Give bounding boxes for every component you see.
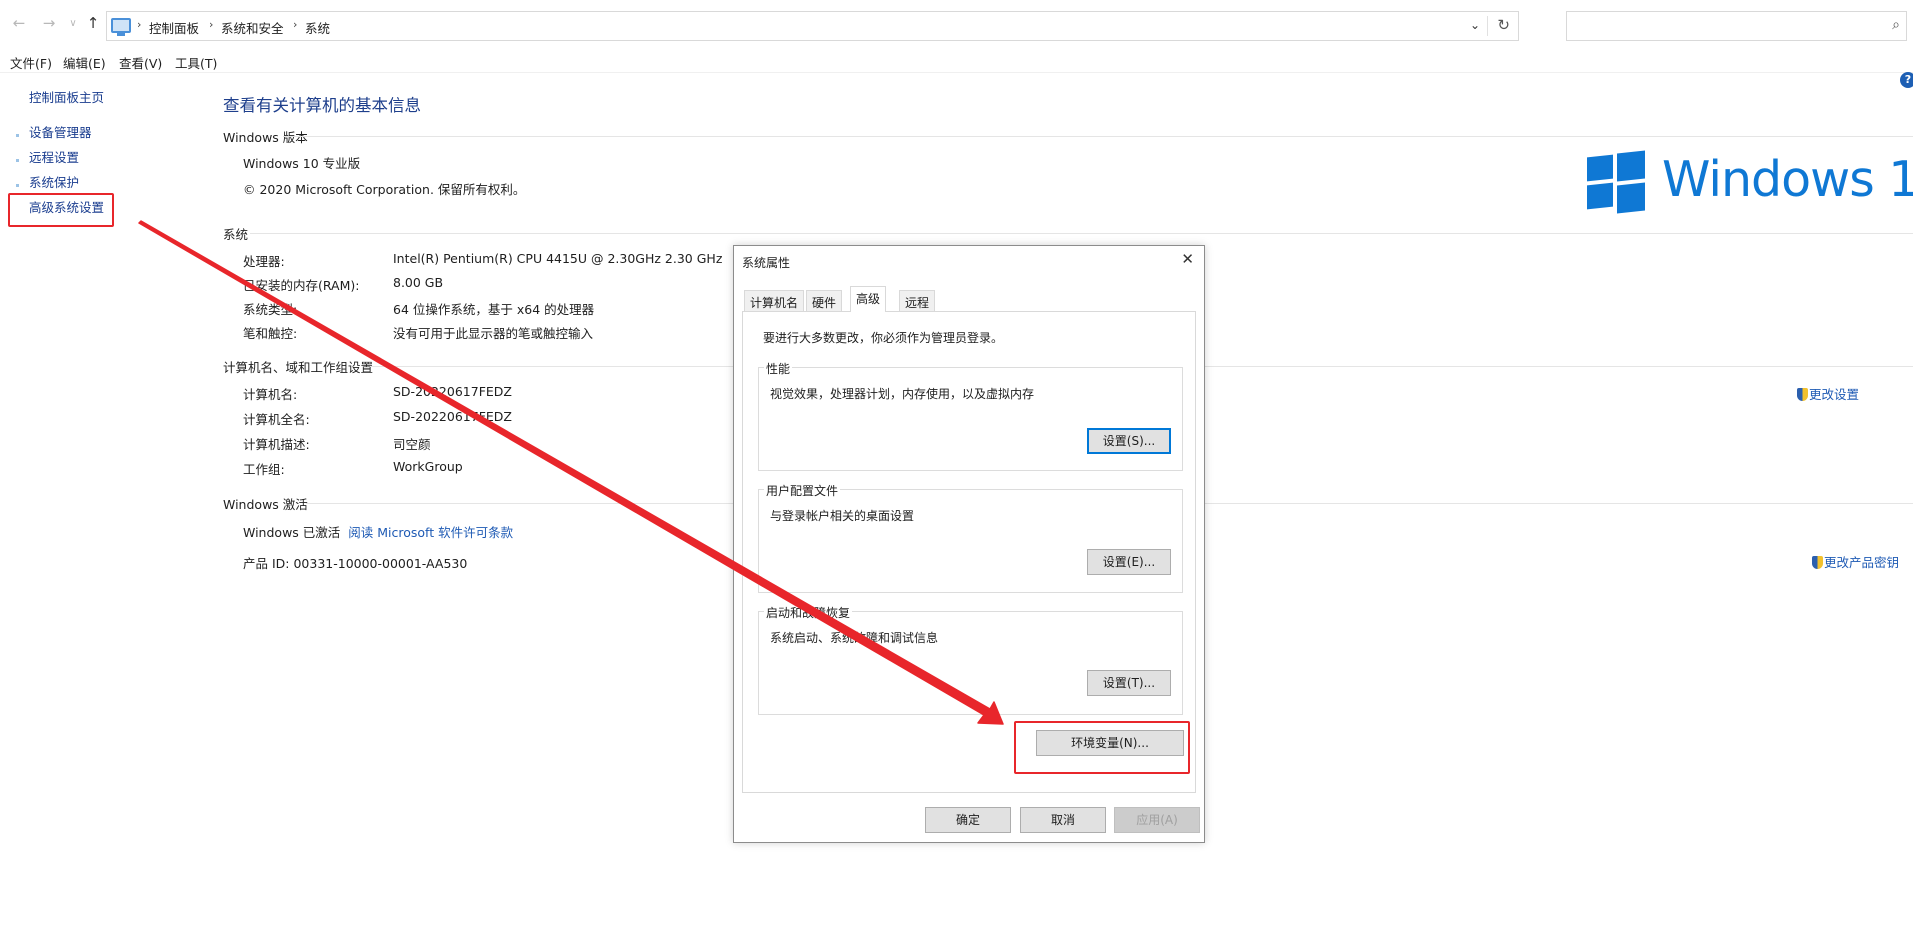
annotation-arrow bbox=[138, 220, 1004, 725]
tab-advanced[interactable]: 高级 bbox=[850, 286, 887, 312]
